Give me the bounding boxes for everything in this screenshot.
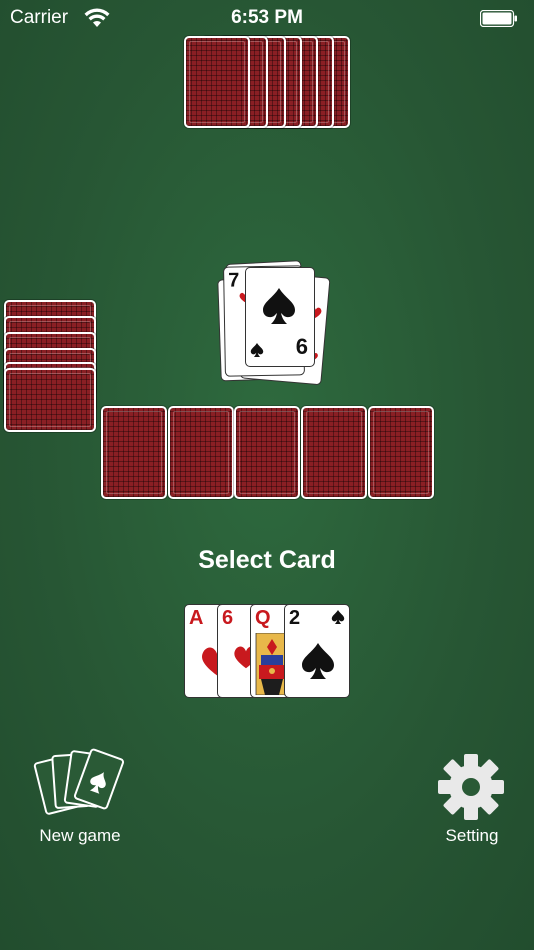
card-back[interactable] [234, 406, 300, 499]
card-back[interactable] [168, 406, 234, 499]
hand-card-rank: 2 [289, 607, 301, 629]
card-back[interactable] [368, 406, 434, 499]
hand-card-two-spades[interactable]: 2 [284, 604, 350, 698]
pile-top-card: 6 [245, 267, 315, 367]
spade-icon [263, 288, 295, 324]
gear-icon [438, 754, 504, 820]
select-card-message: Select Card [198, 546, 336, 574]
spade-icon [302, 643, 334, 679]
battery-icon [480, 10, 517, 27]
pile-card-rank: 7 [228, 269, 240, 292]
spade-icon [250, 343, 264, 357]
card-back [4, 368, 96, 432]
status-bar: Carrier 6:53 PM [0, 0, 534, 38]
hand-card-rank: 6 [222, 607, 234, 629]
card-back[interactable] [301, 406, 367, 499]
card-back[interactable] [101, 406, 167, 499]
hand-card-rank: Q [255, 607, 271, 629]
spade-icon [331, 610, 345, 624]
new-game-label[interactable]: New game [30, 826, 130, 846]
hand-card-rank: A [189, 607, 204, 629]
setting-label[interactable]: Setting [432, 826, 512, 846]
card-back [184, 36, 250, 128]
clock: 6:53 PM [231, 7, 303, 28]
cards-fan-icon [33, 748, 125, 815]
pile-top-rank: 6 [295, 334, 308, 359]
